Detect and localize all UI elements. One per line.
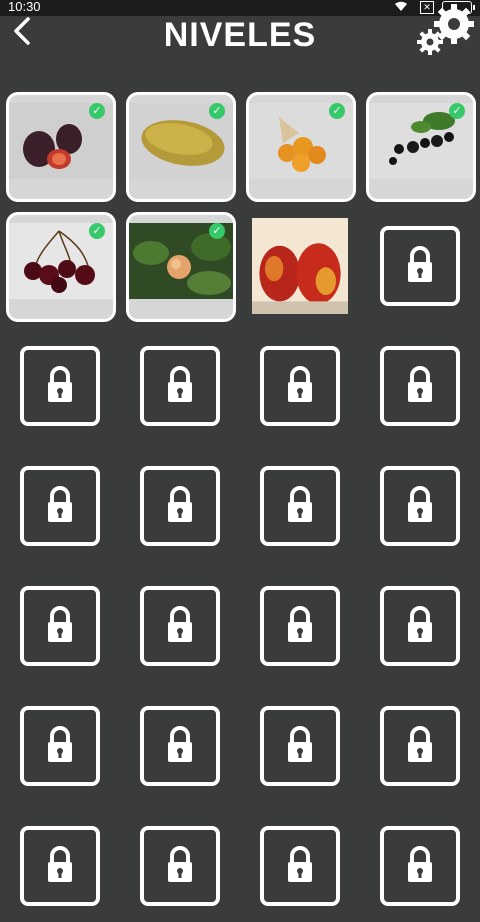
level-tile[interactable]: [246, 212, 356, 322]
locked-level: [20, 466, 100, 546]
locked-level: [20, 346, 100, 426]
level-card[interactable]: ✓: [6, 92, 116, 202]
locked-level: [20, 706, 100, 786]
locked-level: [380, 466, 460, 546]
locked-level: [260, 826, 340, 906]
level-card[interactable]: ✓: [126, 212, 236, 322]
locked-level: [140, 346, 220, 426]
level-tile: [126, 332, 236, 442]
locked-level: [140, 826, 220, 906]
page-title: NIVELES: [163, 16, 317, 54]
locked-level: [380, 346, 460, 426]
level-tile: [366, 572, 476, 682]
padlock-icon: [48, 846, 72, 882]
locked-level: [140, 586, 220, 666]
level-tile: [246, 812, 356, 922]
padlock-icon: [48, 366, 72, 402]
padlock-icon: [48, 606, 72, 642]
level-tile: [246, 572, 356, 682]
level-tile[interactable]: ✓: [6, 92, 116, 202]
level-card[interactable]: ✓: [6, 212, 116, 322]
level-tile[interactable]: ✓: [6, 212, 116, 322]
level-tile: [246, 692, 356, 802]
padlock-icon: [408, 606, 432, 642]
level-tile: [6, 452, 116, 562]
header: NIVELES: [0, 4, 480, 76]
locked-level: [380, 226, 460, 306]
checkmark-icon: ✓: [449, 103, 465, 119]
padlock-icon: [168, 606, 192, 642]
level-tile: [6, 692, 116, 802]
level-tile[interactable]: ✓: [126, 92, 236, 202]
padlock-icon: [168, 486, 192, 522]
padlock-icon: [48, 486, 72, 522]
padlock-icon: [168, 846, 192, 882]
level-tile: [126, 452, 236, 562]
locked-level: [20, 826, 100, 906]
padlock-icon: [48, 726, 72, 762]
level-card[interactable]: ✓: [366, 92, 476, 202]
checkmark-icon: ✓: [329, 103, 345, 119]
padlock-icon: [168, 366, 192, 402]
nectarine-icon: [252, 218, 348, 314]
level-tile[interactable]: ✓: [246, 92, 356, 202]
level-tile: [366, 332, 476, 442]
wifi-icon: [395, 1, 407, 11]
level-tile[interactable]: ✓: [366, 92, 476, 202]
locked-level: [140, 706, 220, 786]
padlock-icon: [168, 726, 192, 762]
padlock-icon: [408, 846, 432, 882]
level-tile: [6, 572, 116, 682]
padlock-icon: [288, 726, 312, 762]
level-tile[interactable]: ✓: [126, 212, 236, 322]
checkmark-icon: ✓: [209, 103, 225, 119]
locked-level: [140, 466, 220, 546]
padlock-icon: [408, 726, 432, 762]
padlock-icon: [408, 246, 432, 282]
checkmark-icon: ✓: [89, 103, 105, 119]
level-tile: [246, 332, 356, 442]
level-card[interactable]: ✓: [126, 92, 236, 202]
locked-level: [260, 586, 340, 666]
padlock-icon: [288, 846, 312, 882]
locked-level: [380, 706, 460, 786]
level-tile: [366, 212, 476, 322]
checkmark-icon: ✓: [209, 223, 225, 239]
padlock-icon: [288, 486, 312, 522]
status-time: 10:30: [8, 0, 41, 14]
padlock-icon: [288, 606, 312, 642]
level-tile: [366, 692, 476, 802]
locked-level: [20, 586, 100, 666]
level-tile: [6, 812, 116, 922]
level-tile: [366, 452, 476, 562]
locked-level: [380, 586, 460, 666]
level-tile: [366, 812, 476, 922]
locked-level: [380, 826, 460, 906]
level-card[interactable]: ✓: [246, 92, 356, 202]
locked-level: [260, 346, 340, 426]
status-bar: 10:30 ✕: [0, 0, 480, 16]
padlock-icon: [408, 486, 432, 522]
current-level-image[interactable]: [252, 218, 348, 314]
level-tile: [6, 332, 116, 442]
level-tile: [126, 572, 236, 682]
level-tile: [126, 692, 236, 802]
padlock-icon: [408, 366, 432, 402]
settings-gear-icon[interactable]: [414, 0, 476, 72]
locked-level: [260, 706, 340, 786]
locked-level: [260, 466, 340, 546]
padlock-icon: [288, 366, 312, 402]
level-tile: [246, 452, 356, 562]
checkmark-icon: ✓: [89, 223, 105, 239]
level-tile: [126, 812, 236, 922]
